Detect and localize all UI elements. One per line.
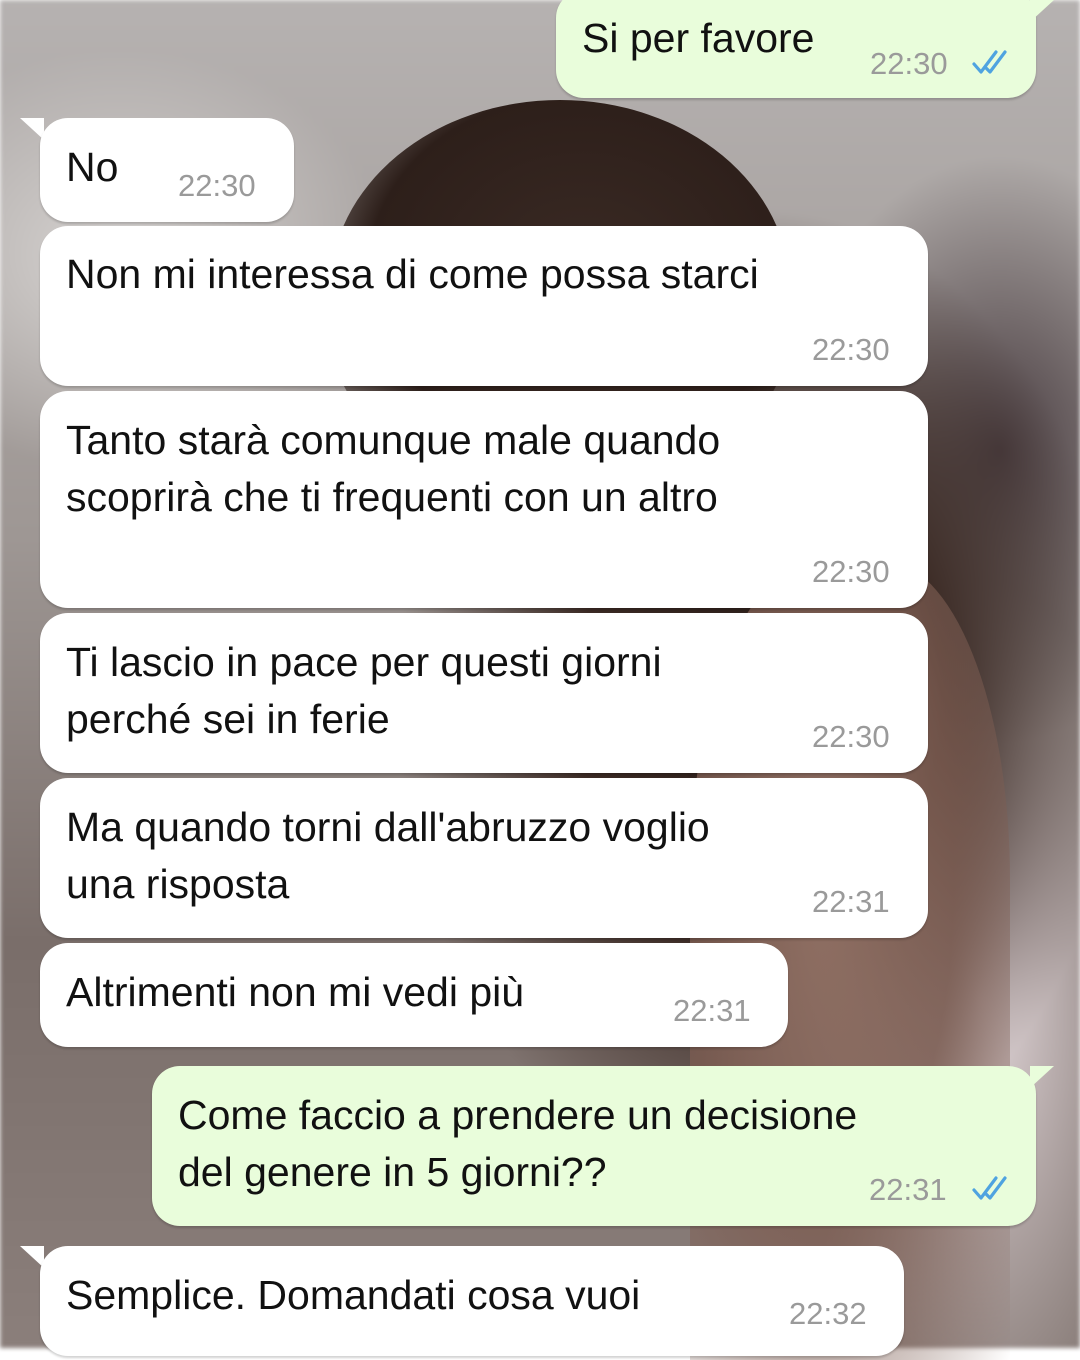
message-timestamp: 22:30	[812, 332, 890, 367]
message-bubble-incoming[interactable]: No 22:30	[40, 118, 294, 222]
message-timestamp: 22:31	[869, 1172, 947, 1207]
message-bubble-incoming[interactable]: Altrimenti non mi vedi più 22:31	[40, 943, 788, 1047]
message-timestamp: 22:30	[870, 46, 948, 81]
message-timestamp: 22:32	[789, 1296, 867, 1331]
message-bubble-outgoing[interactable]: Si per favore 22:30	[556, 0, 1036, 98]
read-double-tick-icon	[972, 50, 1007, 74]
bubble-tail	[1030, 0, 1054, 22]
message-text: Tanto starà comunque male quando scoprir…	[66, 417, 721, 520]
message-bubble-incoming[interactable]: Ti lascio in pace per questi giorni perc…	[40, 613, 928, 773]
read-double-tick-icon	[972, 1176, 1007, 1200]
message-bubble-incoming[interactable]: Ma quando torni dall'abruzzo voglio una …	[40, 778, 928, 938]
message-timestamp: 22:31	[812, 884, 890, 919]
message-timestamp: 22:30	[178, 168, 256, 203]
message-text: No	[66, 144, 119, 190]
message-bubble-outgoing[interactable]: Come faccio a prendere un decisione del …	[152, 1066, 1036, 1226]
message-text: Come faccio a prendere un decisione del …	[178, 1092, 858, 1195]
message-text: Semplice. Domandati cosa vuoi	[66, 1272, 641, 1318]
message-text: Ti lascio in pace per questi giorni perc…	[66, 639, 662, 742]
message-bubble-incoming[interactable]: Non mi interessa di come possa starci 22…	[40, 226, 928, 386]
message-bubble-incoming[interactable]: Semplice. Domandati cosa vuoi 22:32	[40, 1246, 904, 1356]
message-text: Ma quando torni dall'abruzzo voglio una …	[66, 804, 710, 907]
message-timestamp: 22:31	[673, 993, 751, 1028]
message-text: Si per favore	[582, 15, 815, 61]
message-timestamp: 22:30	[812, 719, 890, 754]
message-text: Altrimenti non mi vedi più	[66, 969, 525, 1015]
message-text: Non mi interessa di come possa starci	[66, 251, 759, 297]
message-timestamp: 22:30	[812, 554, 890, 589]
message-bubble-incoming[interactable]: Tanto starà comunque male quando scoprir…	[40, 391, 928, 608]
bubble-tail	[1030, 1066, 1054, 1088]
